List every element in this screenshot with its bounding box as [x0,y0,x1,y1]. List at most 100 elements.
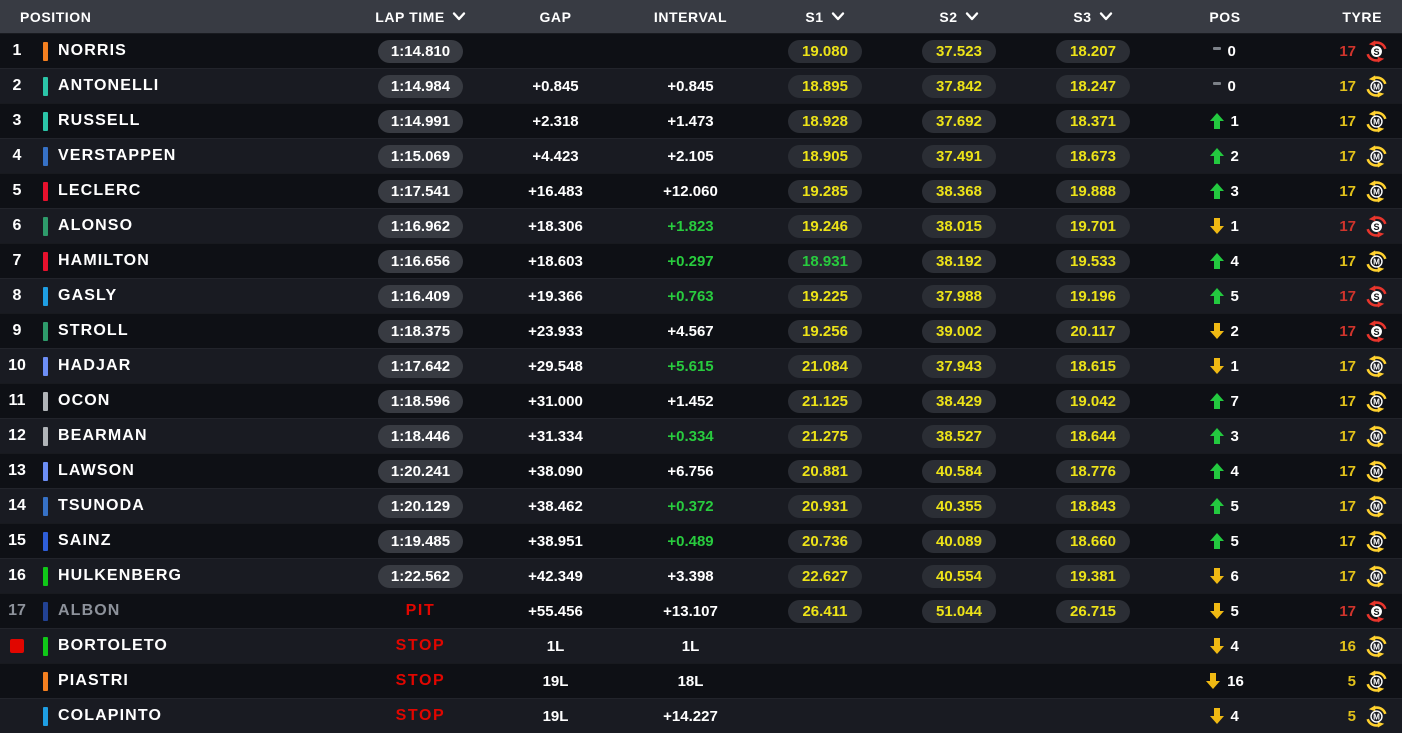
s1-value: 18.928 [788,110,862,133]
position-change-cell: 6 [1160,559,1290,593]
driver-cell[interactable]: BEARMAN [58,419,353,453]
column-header-s2[interactable]: S2 [892,9,1026,25]
table-row[interactable]: 15SAINZ1:19.485+38.951+0.48920.73640.089… [0,523,1402,558]
s2-value: 40.584 [922,460,996,483]
driver-cell[interactable]: NORRIS [58,34,353,68]
table-row[interactable]: PIASTRISTOP19L18L165M [0,663,1402,698]
driver-cell[interactable]: HAMILTON [58,244,353,278]
gap-value: +31.000 [528,393,583,410]
driver-cell[interactable]: ANTONELLI [58,69,353,103]
s3-value: 18.207 [1056,40,1130,63]
table-row[interactable]: 17ALBONPIT+55.456+13.10726.41151.04426.7… [0,593,1402,628]
team-color-cell [34,34,58,68]
position-change-arrow [1210,638,1224,654]
tyre-icon-wrap: S [1365,285,1388,308]
s2-value: 37.842 [922,75,996,98]
driver-cell[interactable]: BORTOLETO [58,629,353,663]
gap-value: +16.483 [528,183,583,200]
position-change-value: 1 [1231,218,1241,235]
s3-cell: 19.042 [1026,384,1160,418]
driver-cell[interactable]: ALONSO [58,209,353,243]
team-color-bar [43,217,48,236]
table-row[interactable]: BORTOLETOSTOP1L1L416M [0,628,1402,663]
column-header-lap-time[interactable]: LAP TIME [353,9,488,25]
tyre-cell: 17M [1290,104,1402,138]
position-change-down-icon [1210,358,1224,374]
table-row[interactable]: 11OCON1:18.596+31.000+1.45221.12538.4291… [0,383,1402,418]
lap-time-value: 1:14.984 [378,75,463,98]
driver-cell[interactable]: STROLL [58,314,353,348]
tyre-icon-wrap: S [1365,40,1388,63]
timing-table-header: POSITION LAP TIME GAP INTERVAL S1 S2 S3 … [0,0,1402,33]
tyre-laps-count: 17 [1339,568,1356,585]
team-color-bar [43,567,48,586]
driver-cell[interactable]: SAINZ [58,524,353,558]
driver-cell[interactable]: LAWSON [58,454,353,488]
team-color-cell [34,279,58,313]
table-row[interactable]: 8GASLY1:16.409+19.366+0.76319.22537.9881… [0,278,1402,313]
table-row[interactable]: 4VERSTAPPEN1:15.069+4.423+2.10518.90537.… [0,138,1402,173]
lap-time-cell: 1:17.642 [353,349,488,383]
position-change-value: 4 [1231,463,1241,480]
s3-cell: 18.673 [1026,139,1160,173]
timing-table-body: 1NORRIS1:14.81019.08037.52318.207017S2AN… [0,33,1402,733]
table-row[interactable]: 9STROLL1:18.375+23.933+4.56719.25639.002… [0,313,1402,348]
tyre-laps-count: 17 [1339,288,1356,305]
driver-cell[interactable]: TSUNODA [58,489,353,523]
driver-cell[interactable]: OCON [58,384,353,418]
table-row[interactable]: 7HAMILTON1:16.656+18.603+0.29718.93138.1… [0,243,1402,278]
svg-text:M: M [1373,642,1380,651]
position-change-cell: 4 [1160,629,1290,663]
lap-time-cell: 1:19.485 [353,524,488,558]
driver-cell[interactable]: HULKENBERG [58,559,353,593]
driver-cell[interactable]: PIASTRI [58,664,353,698]
team-color-bar [43,427,48,446]
chevron-down-icon [831,11,845,22]
position-number: 1 [13,42,22,60]
table-row[interactable]: 12BEARMAN1:18.446+31.334+0.33421.27538.5… [0,418,1402,453]
gap-cell: +42.349 [488,559,623,593]
team-color-cell [34,104,58,138]
s2-cell [892,629,1026,663]
s2-cell: 38.429 [892,384,1026,418]
driver-cell[interactable]: GASLY [58,279,353,313]
s3-value: 18.843 [1056,495,1130,518]
s3-cell: 19.196 [1026,279,1160,313]
interval-value: +14.227 [663,708,718,725]
table-row[interactable]: 5LECLERC1:17.541+16.483+12.06019.28538.3… [0,173,1402,208]
position-change-value: 16 [1227,673,1244,690]
s2-cell: 39.002 [892,314,1026,348]
table-row[interactable]: 13LAWSON1:20.241+38.090+6.75620.88140.58… [0,453,1402,488]
team-color-cell [34,524,58,558]
gap-cell: +2.318 [488,104,623,138]
driver-cell[interactable]: COLAPINTO [58,699,353,733]
driver-cell[interactable]: HADJAR [58,349,353,383]
table-row[interactable]: COLAPINTOSTOP19L+14.22745M [0,698,1402,733]
table-row[interactable]: 10HADJAR1:17.642+29.548+5.61521.08437.94… [0,348,1402,383]
table-row[interactable]: 16HULKENBERG1:22.562+42.349+3.39822.6274… [0,558,1402,593]
gap-cell: 19L [488,664,623,698]
gap-value: +38.462 [528,498,583,515]
gap-value: +18.603 [528,253,583,270]
table-row[interactable]: 14TSUNODA1:20.129+38.462+0.37220.93140.3… [0,488,1402,523]
position-change-value: 7 [1231,393,1241,410]
driver-cell[interactable]: RUSSELL [58,104,353,138]
table-row[interactable]: 1NORRIS1:14.81019.08037.52318.207017S [0,33,1402,68]
lap-time-value: 1:20.241 [378,460,463,483]
position-number: 17 [8,602,26,620]
driver-cell[interactable]: VERSTAPPEN [58,139,353,173]
table-row[interactable]: 2ANTONELLI1:14.984+0.845+0.84518.89537.8… [0,68,1402,103]
tyre-laps-count: 17 [1339,463,1356,480]
table-row[interactable]: 3RUSSELL1:14.991+2.318+1.47318.92837.692… [0,103,1402,138]
column-header-s3[interactable]: S3 [1026,9,1160,25]
s2-value: 37.988 [922,285,996,308]
column-header-s1[interactable]: S1 [758,9,892,25]
driver-cell[interactable]: LECLERC [58,174,353,208]
driver-cell[interactable]: ALBON [58,594,353,628]
table-row[interactable]: 6ALONSO1:16.962+18.306+1.82319.24638.015… [0,208,1402,243]
driver-name: RUSSELL [58,112,141,130]
svg-text:M: M [1373,502,1380,511]
s3-value: 19.042 [1056,390,1130,413]
position-change-arrow [1210,323,1224,339]
tyre-cell: 17 S [1290,279,1402,313]
